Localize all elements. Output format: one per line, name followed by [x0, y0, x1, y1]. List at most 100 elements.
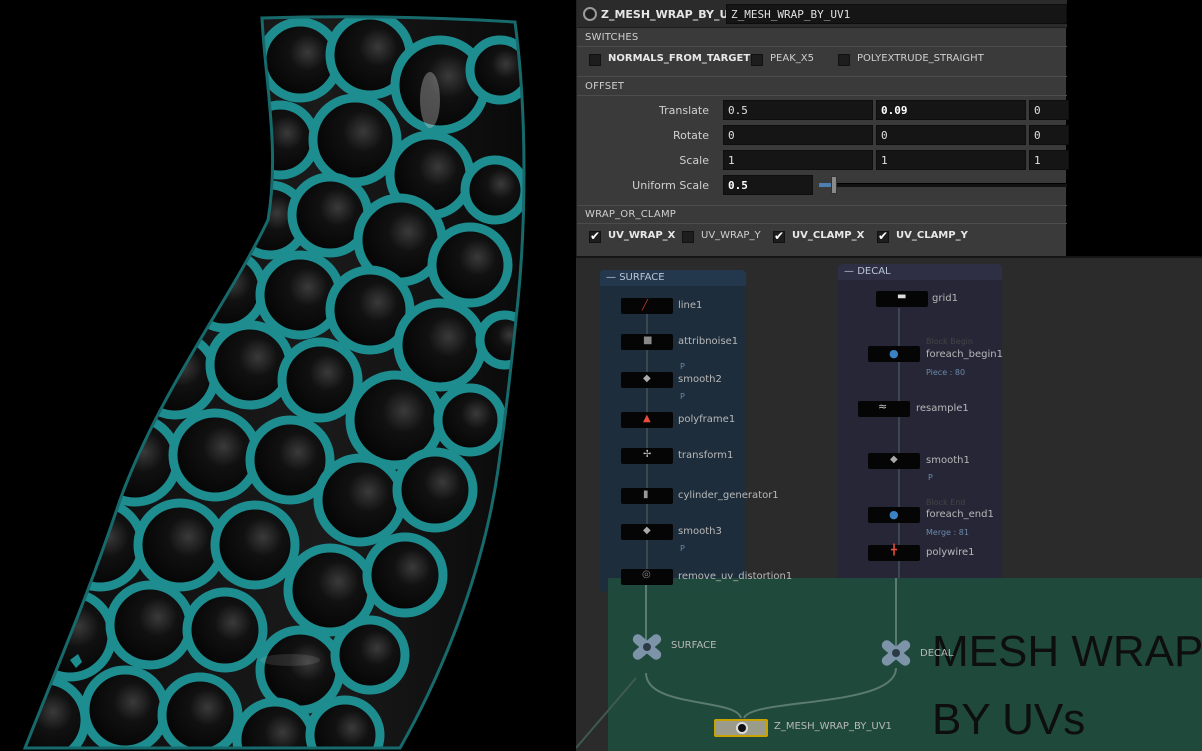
node-label: DECAL — [920, 648, 954, 659]
mesh-ring — [182, 587, 268, 673]
node-label: foreach_begin1 — [926, 349, 1003, 360]
uniform-scale-label: Uniform Scale — [632, 179, 709, 192]
scale-x-field[interactable]: 1 — [723, 150, 873, 170]
node-label: grid1 — [932, 293, 958, 304]
section-wrap-or-clamp-title: WRAP_OR_CLAMP — [585, 209, 677, 220]
node-label: foreach_end1 — [926, 509, 994, 520]
rotate-z-field[interactable]: 0 — [1029, 125, 1069, 145]
node-label: smooth2 — [678, 374, 722, 385]
node-label: attribnoise1 — [678, 336, 739, 347]
uniform-scale-field[interactable]: 0.5 — [723, 175, 813, 195]
node-subtext: P — [680, 362, 685, 371]
mesh-ring — [330, 615, 410, 695]
null-icon — [881, 640, 911, 666]
translate-x-field[interactable]: 0.5 — [723, 100, 873, 120]
houdini-window: Z_MESH_WRAP_BY_UV Z_MESH_WRAP_BY_UV1 SWI… — [0, 0, 1202, 751]
checkbox-label: NORMALS_FROM_TARGET — [608, 53, 751, 64]
node-subtext: P — [680, 392, 685, 401]
mesh-ring — [305, 695, 385, 749]
translate-z-field[interactable]: 0 — [1029, 100, 1069, 120]
scene-viewport[interactable] — [0, 0, 578, 751]
gear-icon[interactable] — [583, 7, 597, 21]
node-subtext: Block End — [926, 498, 966, 507]
mesh-ring — [277, 337, 363, 423]
scale-y-field[interactable]: 1 — [876, 150, 1026, 170]
mesh-ring — [240, 100, 320, 180]
checkbox-peak-x5[interactable] — [751, 54, 763, 66]
mesh-ring — [313, 453, 407, 547]
node-subtext: Block Begin — [926, 337, 973, 346]
checkbox-label: UV_CLAMP_Y — [896, 230, 968, 241]
section-offset-title: OFFSET — [585, 81, 625, 92]
checkbox-label: POLYEXTRUDE_STRAIGHT — [857, 53, 984, 64]
mesh-ring — [133, 498, 227, 592]
node-label: SURFACE — [671, 640, 717, 651]
parameter-header: Z_MESH_WRAP_BY_UV Z_MESH_WRAP_BY_UV1 — [577, 0, 1067, 28]
node-name-field[interactable]: Z_MESH_WRAP_BY_UV1 — [726, 4, 1067, 24]
uniform-scale-slider[interactable] — [819, 183, 1067, 187]
rotate-y-field[interactable]: 0 — [876, 125, 1026, 145]
translate-y-field[interactable]: 0.09 — [876, 100, 1026, 120]
mesh-ring — [433, 383, 507, 457]
node-label: line1 — [678, 300, 703, 311]
translate-label: Translate — [659, 104, 709, 117]
uniform-scale-slider-handle[interactable] — [831, 176, 838, 194]
checkbox-label: UV_CLAMP_X — [792, 230, 865, 241]
network-box-decal[interactable]: — DECAL — [838, 264, 1002, 584]
mesh-ring — [130, 330, 220, 420]
checkbox-uv-clamp-y[interactable] — [877, 229, 889, 243]
checkbox-label: UV_WRAP_Y — [701, 230, 761, 241]
rotate-label: Rotate — [672, 129, 709, 142]
checkbox-uv-wrap-y[interactable] — [682, 231, 694, 243]
network-editor[interactable]: — SURFACE — DECAL ╱ line1 ■ attribnoise1… — [576, 256, 1202, 751]
mesh-ring — [392, 447, 478, 533]
network-box-surface[interactable]: — SURFACE — [600, 270, 746, 592]
divider — [577, 95, 1067, 96]
node-label: remove_uv_distortion1 — [678, 571, 793, 582]
mesh-ring — [475, 310, 524, 370]
divider — [577, 76, 1067, 77]
node-subtext: Merge : 81 — [926, 528, 969, 537]
node-label: Z_MESH_WRAP_BY_UV1 — [774, 721, 892, 732]
node-subtext: P — [928, 473, 933, 482]
network-box-title: SURFACE — [619, 272, 665, 283]
divider — [577, 46, 1067, 47]
checkbox-label: PEAK_X5 — [770, 53, 814, 64]
mesh-ring — [157, 672, 243, 749]
section-switches-title: SWITCHES — [585, 32, 639, 43]
mesh-ring — [105, 580, 195, 670]
rotate-x-field[interactable]: 0 — [723, 125, 873, 145]
checkbox-polyextrude-straight[interactable] — [838, 54, 850, 66]
checkbox-uv-wrap-x[interactable] — [589, 229, 601, 243]
node-subtext: P — [680, 544, 685, 553]
null-icon — [632, 634, 662, 660]
node-label: polywire1 — [926, 547, 975, 558]
network-box-title: DECAL — [857, 266, 891, 277]
node-subtext: Piece : 80 — [926, 368, 966, 377]
node-label: smooth1 — [926, 455, 970, 466]
parameter-panel: Z_MESH_WRAP_BY_UV Z_MESH_WRAP_BY_UV1 SWI… — [576, 0, 1069, 256]
mesh-ring — [210, 500, 300, 590]
mesh-ring — [182, 247, 268, 333]
checkbox-label: UV_WRAP_X — [608, 230, 676, 241]
scale-z-field[interactable]: 1 — [1029, 150, 1069, 170]
scale-label: Scale — [679, 154, 709, 167]
checkbox-uv-clamp-x[interactable] — [773, 229, 785, 243]
mesh-ring — [53, 498, 147, 592]
mesh-ring — [460, 155, 524, 225]
node-label: cylinder_generator1 — [678, 490, 779, 501]
node-label: resample1 — [916, 403, 969, 414]
divider — [577, 205, 1067, 206]
node-label: smooth3 — [678, 526, 722, 537]
mesh-render — [22, 15, 526, 750]
uniform-scale-slider-fill — [819, 183, 832, 187]
operator-type-label: Z_MESH_WRAP_BY_UV — [601, 8, 737, 21]
mesh-ring — [308, 93, 402, 187]
mesh-ring — [427, 222, 513, 308]
mesh-ring — [168, 408, 262, 502]
mesh-ring — [25, 675, 90, 749]
node-label: polyframe1 — [678, 414, 736, 425]
checkbox-normals-from-target[interactable] — [589, 54, 601, 66]
mesh-ring — [205, 320, 295, 410]
node-label: transform1 — [678, 450, 734, 461]
